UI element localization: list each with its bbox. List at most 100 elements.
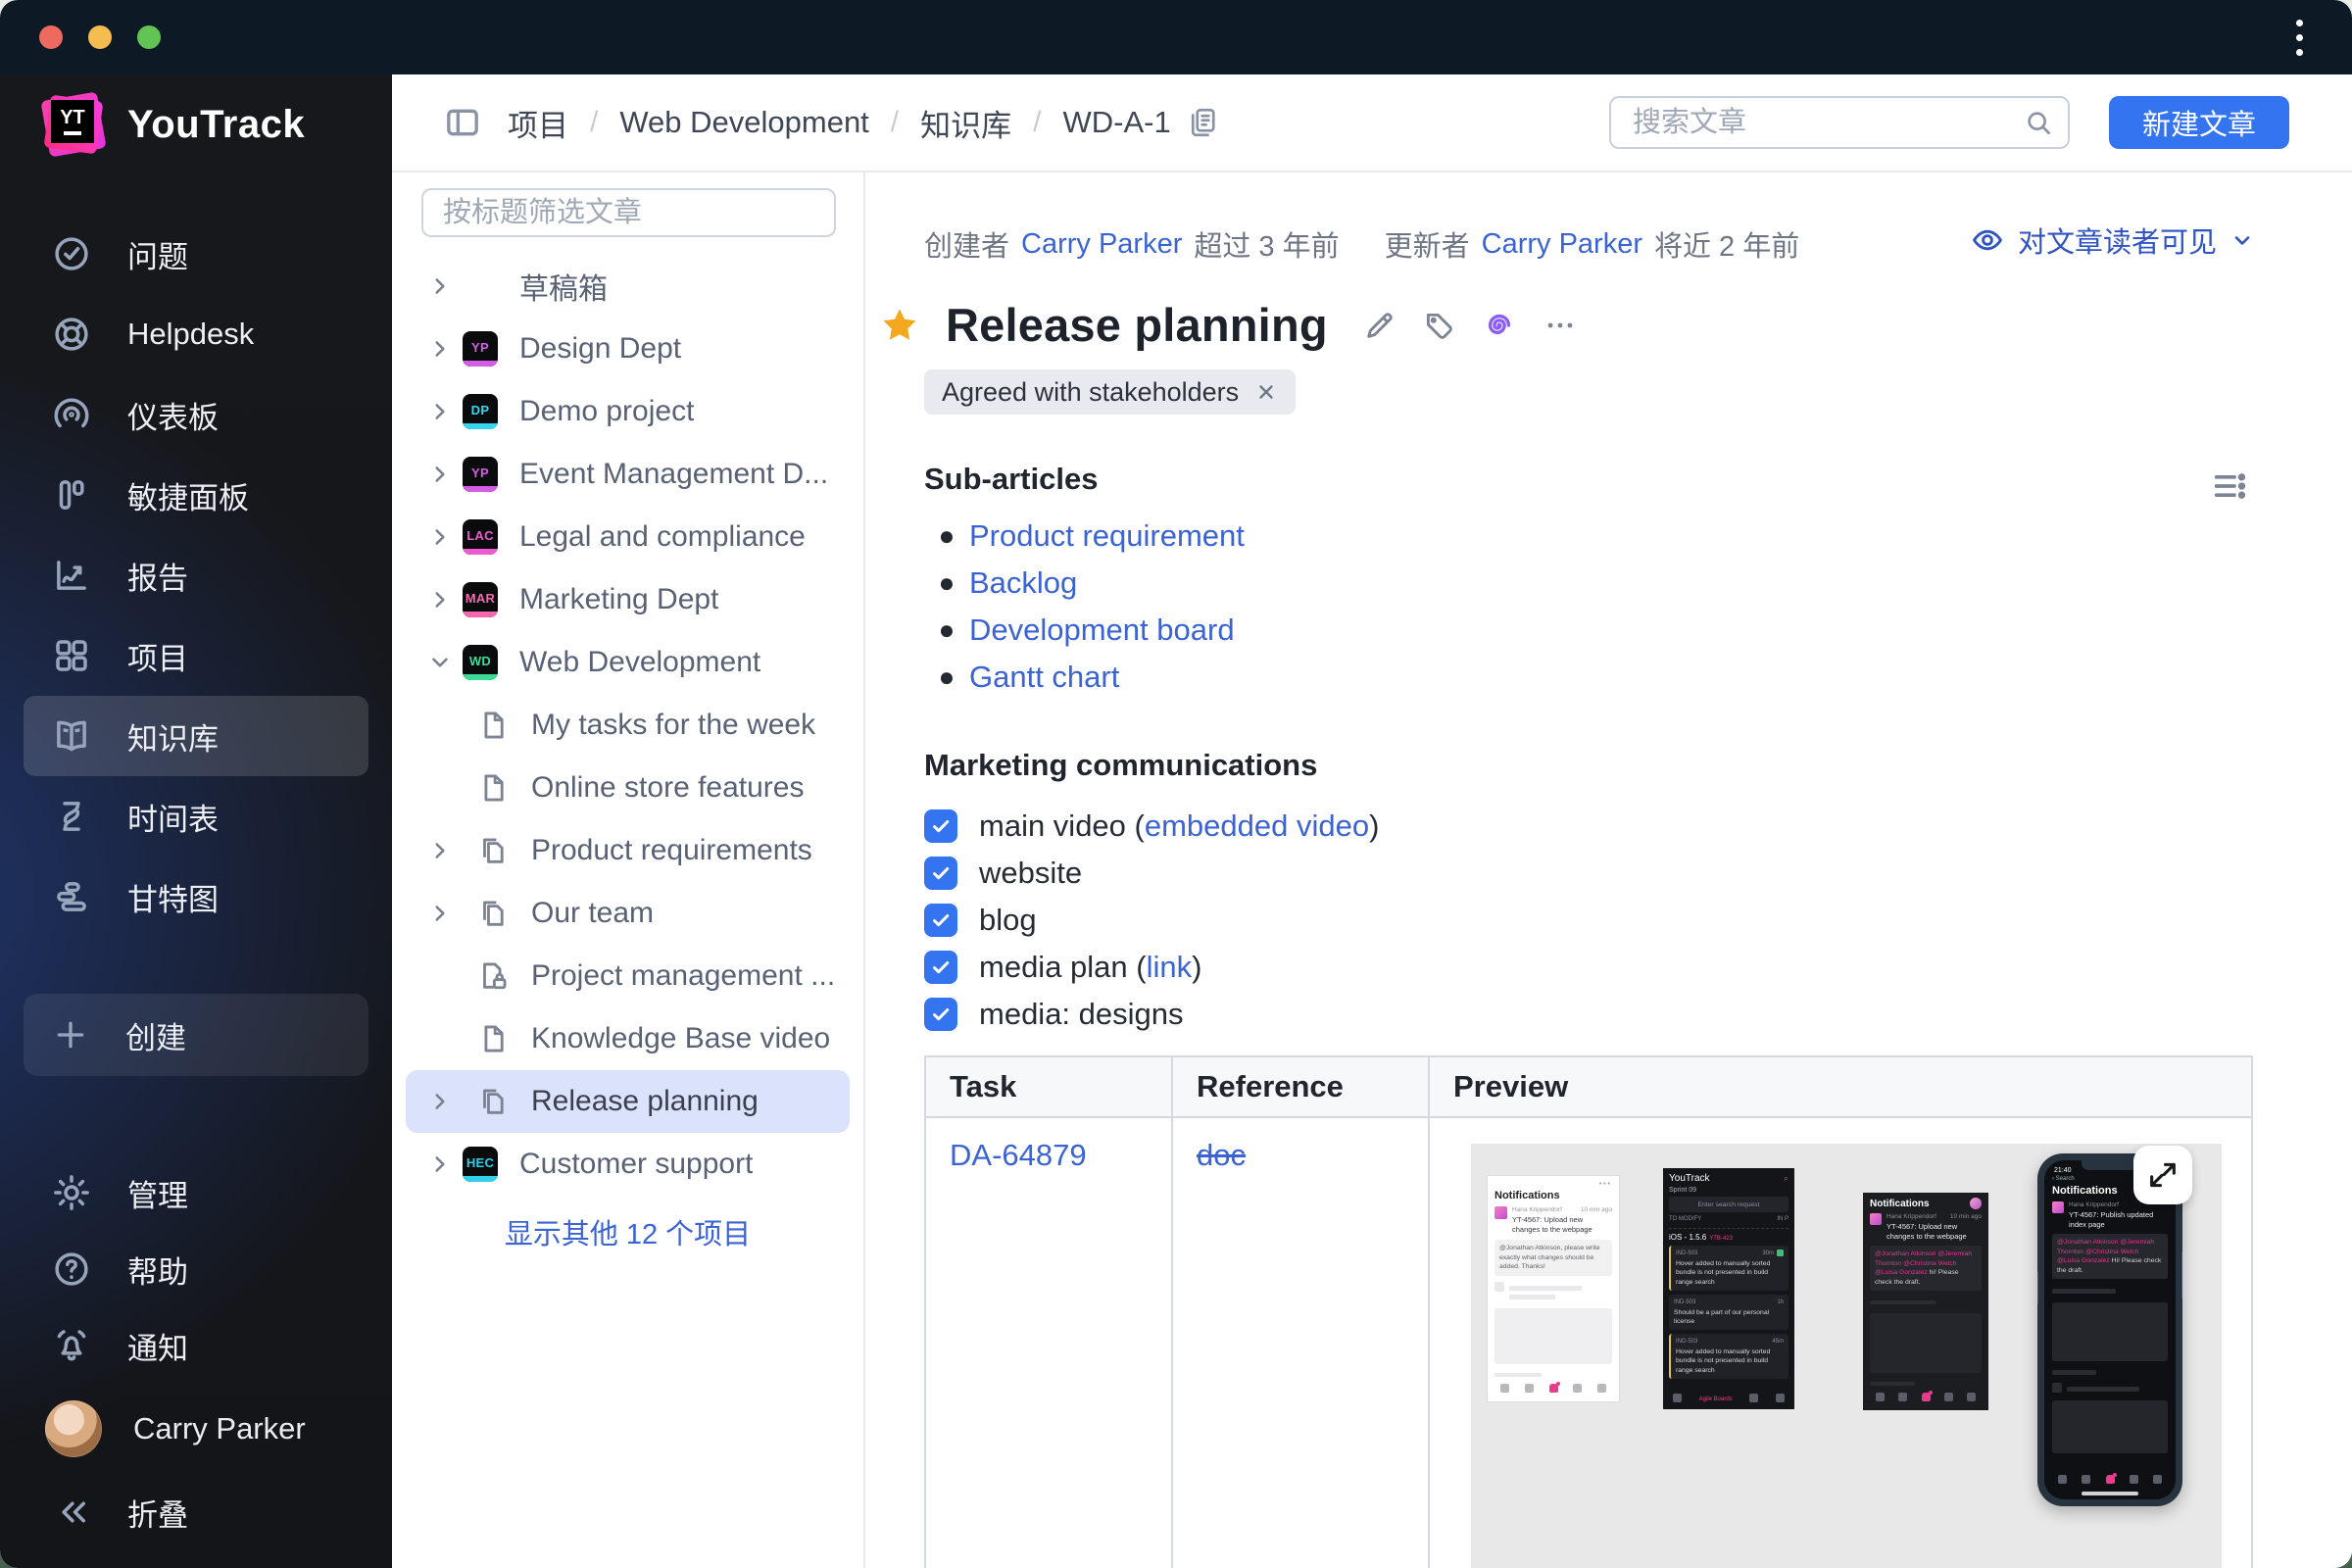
- sidebar-item-notifications[interactable]: 通知: [24, 1307, 368, 1384]
- avatar: [2052, 1201, 2064, 1213]
- pages-stack-icon: [483, 1089, 504, 1114]
- show-more-projects-link[interactable]: 显示其他 12 个项目: [392, 1211, 863, 1252]
- phone-nav-bar: [1494, 1381, 1612, 1396]
- breadcrumb-article-id[interactable]: WD-A-1: [1062, 105, 1170, 140]
- sidebar-item-timesheets[interactable]: 时间表: [24, 776, 368, 857]
- tree-item-project[interactable]: DP Demo project: [406, 380, 850, 443]
- preview-image-gallery[interactable]: ••• Notifications Hana Krippendorf 10 min…: [1471, 1144, 2222, 1568]
- checkbox-checked[interactable]: [924, 951, 957, 984]
- sidebar-item-knowledge-base[interactable]: 知识库: [24, 696, 368, 776]
- hourglass-icon: [63, 802, 80, 831]
- skeleton: [1494, 1372, 1542, 1377]
- zoom-window-button[interactable]: [137, 25, 161, 49]
- doc-link-strikethrough[interactable]: doc: [1197, 1138, 1246, 1172]
- preview-thumbnail-dark-notifications[interactable]: Notifications Hana Krippendorf 10 min ago: [1863, 1193, 1988, 1410]
- more-actions-icon[interactable]: [1544, 309, 1577, 342]
- embedded-video-link[interactable]: embedded video: [1145, 808, 1369, 843]
- checkbox-checked[interactable]: [924, 809, 957, 843]
- task-link[interactable]: DA-64879: [950, 1138, 1087, 1172]
- sidebar-item-help[interactable]: 帮助: [24, 1231, 368, 1307]
- page-lock-icon: [483, 962, 507, 990]
- expand-image-button[interactable]: [2133, 1146, 2192, 1204]
- chevron-right-icon[interactable]: [427, 901, 463, 926]
- tree-item-article[interactable]: My tasks for the week: [406, 694, 850, 757]
- copy-id-icon[interactable]: [1185, 105, 1220, 140]
- tag-icon[interactable]: [1422, 309, 1455, 342]
- tree-item-project[interactable]: YP Event Management D...: [406, 443, 850, 506]
- sidebar-item-dashboards[interactable]: 仪表板: [24, 374, 368, 455]
- chevron-right-icon[interactable]: [427, 399, 463, 424]
- tree-item-article[interactable]: Knowledge Base video: [406, 1007, 850, 1070]
- chevron-right-icon[interactable]: [427, 524, 463, 550]
- tree-item-project[interactable]: YP Design Dept: [406, 318, 850, 380]
- chevron-right-icon[interactable]: [427, 462, 463, 487]
- sidebar-item-projects[interactable]: 项目: [24, 615, 368, 696]
- sub-article-link[interactable]: Backlog: [969, 565, 1077, 601]
- panel-toggle-icon[interactable]: [443, 103, 482, 142]
- tree-item-drafts[interactable]: 草稿箱: [406, 255, 850, 318]
- breadcrumb-knowledge-base[interactable]: 知识库: [920, 101, 1011, 145]
- edit-pencil-icon[interactable]: [1363, 309, 1396, 342]
- tree-item-article[interactable]: Online store features: [406, 757, 850, 819]
- new-article-button[interactable]: 新建文章: [2108, 96, 2289, 149]
- updated-author-link[interactable]: Carry Parker: [1482, 228, 1642, 261]
- board-card: IND-503 45m Hover added to manually sorte…: [1669, 1334, 1788, 1379]
- sidebar-item-reports[interactable]: 报告: [24, 535, 368, 615]
- chevron-right-icon[interactable]: [427, 1152, 463, 1177]
- preview-thumbnail-iphone[interactable]: 21:40••• ‹ Search Notifications Hana Kri…: [2037, 1153, 2182, 1506]
- create-button[interactable]: 创建: [24, 994, 368, 1076]
- media-plan-link[interactable]: link: [1147, 950, 1193, 984]
- chevron-right-icon[interactable]: [427, 587, 463, 612]
- close-window-button[interactable]: [39, 25, 63, 49]
- traffic-lights: [39, 25, 161, 49]
- table-row: DA-64879 doc ••• Notifications Hana Krip…: [924, 1116, 2253, 1568]
- tree-item-article-parent[interactable]: Our team: [406, 882, 850, 945]
- checkbox-checked[interactable]: [924, 904, 957, 937]
- breadcrumb-project[interactable]: Web Development: [619, 105, 868, 140]
- sidebar-item-agile-boards[interactable]: 敏捷面板: [24, 455, 368, 535]
- checklist-item: blog: [924, 897, 2352, 944]
- outline-toc-icon[interactable]: [2210, 466, 2249, 506]
- tree-item-article-locked[interactable]: Project management ...: [406, 945, 850, 1007]
- sidebar-item-issues[interactable]: 问题: [24, 214, 368, 294]
- chevron-right-icon[interactable]: [427, 273, 463, 299]
- user-menu[interactable]: Carry Parker: [24, 1384, 368, 1474]
- chevron-right-icon[interactable]: [427, 1089, 463, 1114]
- chevron-right-icon[interactable]: [427, 336, 463, 362]
- ai-spiral-icon[interactable]: [1481, 307, 1518, 344]
- sidebar-item-helpdesk[interactable]: Helpdesk: [24, 294, 368, 374]
- tree-item-project[interactable]: MAR Marketing Dept: [406, 568, 850, 631]
- close-icon[interactable]: [1254, 380, 1278, 404]
- breadcrumb-projects[interactable]: 项目: [508, 101, 568, 145]
- sidebar-collapse[interactable]: 折叠: [24, 1474, 368, 1550]
- preview-thumbnail-agile-board[interactable]: YouTrack ⌕ Sprint 09 Enter search reques…: [1663, 1168, 1794, 1409]
- search-input[interactable]: [1608, 96, 2070, 149]
- checkbox-checked[interactable]: [924, 857, 957, 890]
- sidebar-item-admin[interactable]: 管理: [24, 1154, 368, 1231]
- tree-item-article-parent[interactable]: Product requirements: [406, 819, 850, 882]
- article-tag[interactable]: Agreed with stakeholders: [924, 369, 1297, 415]
- search-icon[interactable]: [2023, 107, 2054, 138]
- minimize-window-button[interactable]: [88, 25, 112, 49]
- sub-article-link[interactable]: Development board: [969, 612, 1235, 648]
- tree-item-article-selected[interactable]: Release planning: [406, 1070, 850, 1133]
- kebab-menu-icon[interactable]: [2286, 14, 2313, 62]
- marketing-checklist: main video (embedded video) website blog: [924, 803, 2352, 1038]
- tree-item-project-expanded[interactable]: WD Web Development: [406, 631, 850, 694]
- checkbox-checked[interactable]: [924, 998, 957, 1031]
- tree-item-project[interactable]: HEC Customer support: [406, 1133, 850, 1196]
- sub-article-link[interactable]: Gantt chart: [969, 660, 1119, 695]
- brand[interactable]: YT YouTrack: [0, 74, 392, 158]
- chevron-right-icon[interactable]: [427, 838, 463, 863]
- checklist-item: main video (embedded video): [924, 803, 2352, 850]
- tree-item-project[interactable]: LAC Legal and compliance: [406, 506, 850, 568]
- tree-filter-input[interactable]: [421, 188, 836, 237]
- sub-article-link[interactable]: Product requirement: [969, 518, 1245, 554]
- created-author-link[interactable]: Carry Parker: [1021, 228, 1182, 261]
- preview-thumbnail-light-notifications[interactable]: ••• Notifications Hana Krippendorf 10 min…: [1487, 1175, 1620, 1402]
- chevron-down-icon[interactable]: [427, 650, 463, 675]
- visibility-dropdown[interactable]: 对文章读者可见: [1971, 220, 2254, 261]
- sidebar-item-gantt[interactable]: 甘特图: [24, 857, 368, 937]
- question-circle-icon: [55, 1252, 88, 1286]
- favorite-star-icon[interactable]: [879, 305, 920, 346]
